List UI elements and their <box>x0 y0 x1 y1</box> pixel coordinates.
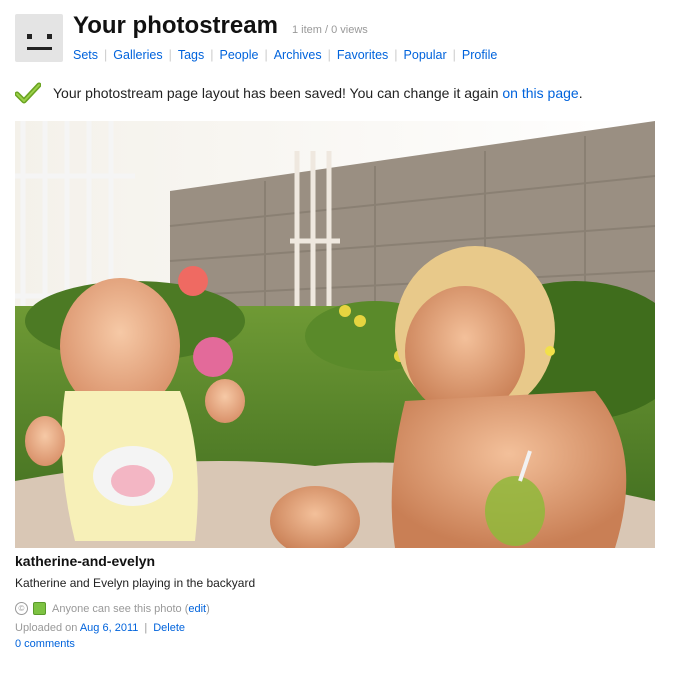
uploaded-row: Uploaded on Aug 6, 2011 | Delete <box>15 622 185 634</box>
nav-favorites[interactable]: Favorites <box>337 48 388 62</box>
photostream-counts: 1 item / 0 views <box>292 24 368 36</box>
nav-tags[interactable]: Tags <box>178 48 204 62</box>
comments-row: 0 comments <box>15 638 75 650</box>
uploaded-date-link[interactable]: Aug 6, 2011 <box>80 622 139 634</box>
nav-separator: | <box>327 48 331 62</box>
buddy-eye-right <box>47 34 52 39</box>
photo-title[interactable]: katherine-and-evelyn <box>15 553 155 569</box>
buddy-eye-left <box>27 34 32 39</box>
layout-saved-notice: Your photostream page layout has been sa… <box>15 80 583 106</box>
privacy-text: Anyone can see this photo ( <box>52 602 189 615</box>
nav-separator: | <box>104 48 108 62</box>
nav-archives[interactable]: Archives <box>274 48 322 62</box>
page-title: Your photostream <box>73 12 278 39</box>
nav-profile[interactable]: Profile <box>462 48 497 62</box>
uploaded-label: Uploaded on <box>15 622 80 634</box>
nav-sets[interactable]: Sets <box>73 48 98 62</box>
photostream-nav: Sets | Galleries | Tags | People | Archives | Favo… <box>73 48 497 62</box>
buddy-mouth <box>27 47 52 50</box>
uploaded-separator: | <box>144 622 148 634</box>
photo-illustration <box>15 121 655 548</box>
creative-commons-icon[interactable]: © <box>15 602 28 615</box>
privacy-edit-link[interactable]: edit <box>188 603 206 615</box>
checkmark-icon <box>15 82 41 104</box>
nav-separator: | <box>168 48 172 62</box>
notice-page-link[interactable]: on this page <box>502 85 578 101</box>
notice-text: Your photostream page layout has been sa… <box>53 85 499 101</box>
photo-image[interactable] <box>15 121 655 548</box>
delete-link[interactable]: Delete <box>153 622 185 634</box>
notice-end: . <box>578 85 583 101</box>
privacy-close: ) <box>206 602 210 615</box>
nav-popular[interactable]: Popular <box>404 48 447 62</box>
nav-people[interactable]: People <box>220 48 259 62</box>
comments-link[interactable]: 0 comments <box>15 638 75 650</box>
nav-separator: | <box>264 48 268 62</box>
privacy-row: © Anyone can see this photo (edit) <box>15 602 210 615</box>
public-privacy-icon <box>33 602 46 615</box>
nav-separator: | <box>394 48 398 62</box>
nav-separator: | <box>452 48 456 62</box>
nav-galleries[interactable]: Galleries <box>113 48 162 62</box>
nav-separator: | <box>210 48 214 62</box>
buddy-icon[interactable] <box>15 14 63 62</box>
photo-description: Katherine and Evelyn playing in the back… <box>15 576 256 590</box>
